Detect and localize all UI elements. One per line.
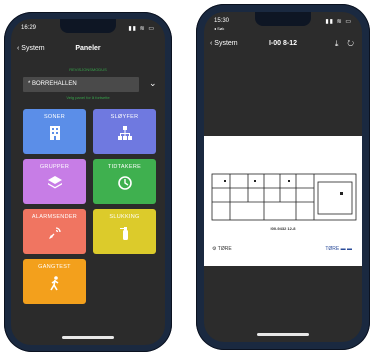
tile-slukking[interactable]: SLUKKING [93,209,156,254]
panel-select[interactable]: * BORREHALLEN [23,77,139,92]
tile-label: TIDTAKERE [107,164,142,170]
phone-left: 16:29 ▮▮ ≋ ▭ ‹ System Paneler REVISJONSM… [4,12,172,352]
page-title: Paneler [75,45,101,52]
drawing-screen: 15:30 ▮▮ ≋ ▭ ◂ Søk ‹ System I-00 8-12 ⤓ … [204,12,362,342]
tile-alarmsender[interactable]: ALARMSENDER [23,209,86,254]
status-back-hint[interactable]: ◂ Søk [214,26,224,31]
download-icon[interactable]: ⤓ [335,39,339,48]
status-bar: 15:30 ▮▮ ≋ ▭ [214,18,352,28]
refresh-icon[interactable]: ↻ [347,39,354,48]
satellite-icon [23,226,86,244]
tile-label: SLØYFER [110,114,139,120]
layers-icon [23,176,86,194]
tile-gangtest[interactable]: GANGTEST [23,259,86,304]
status-icons: ▮▮ ≋ ▭ [325,19,352,25]
mode-hint: REVISJONSMODUS [69,67,107,72]
tile-label: GANGTEST [38,264,71,270]
nav-bar: ‹ System I-00 8-12 ⤓ ↻ [204,38,362,52]
panel-select-value: * BORREHALLEN [28,81,77,87]
legend-left-label: TØRE [217,246,232,252]
clock-icon [93,176,156,194]
tile-soner[interactable]: SONER [23,109,86,154]
tile-sloyfer[interactable]: SLØYFER [93,109,156,154]
home-indicator[interactable] [257,333,309,336]
tile-label: GRUPPER [39,164,70,170]
home-indicator[interactable] [62,336,114,339]
panels-screen: 16:29 ▮▮ ≋ ▭ ‹ System Paneler REVISJONSM… [11,19,165,345]
tile-label: SONER [43,114,66,120]
floor-plan[interactable]: I00-9432 12-8 ⚙ TØRE TØRE ▬ ▬ [204,136,362,266]
tile-label: ALARMSENDER [31,214,78,220]
chevron-down-icon[interactable]: ⌄ [149,78,157,89]
walking-icon [23,276,86,295]
plan-caption: I00-9432 12-8 [270,226,296,231]
legend-left: ⚙ TØRE [212,246,232,252]
status-time: 16:29 [21,25,37,31]
phone-right: 15:30 ▮▮ ≋ ▭ ◂ Søk ‹ System I-00 8-12 ⤓ … [196,4,370,350]
status-icons: ▮▮ ≋ ▭ [128,26,155,32]
select-hint: Velg panel for å fortsette [66,95,110,100]
gear-icon: ⚙ [212,246,217,252]
building-icon [23,126,86,144]
extinguisher-icon [93,226,156,244]
tile-label: SLUKKING [109,214,140,220]
hierarchy-icon [93,126,156,144]
tile-grupper[interactable]: GRUPPER [23,159,86,204]
status-time: 15:30 [214,18,230,24]
tile-tidtakere[interactable]: TIDTAKERE [93,159,156,204]
status-bar: 16:29 ▮▮ ≋ ▭ [21,25,155,35]
nav-actions: ⤓ ↻ [335,39,354,49]
legend-right: TØRE ▬ ▬ [325,246,352,252]
nav-bar: ‹ System Paneler [11,43,165,57]
